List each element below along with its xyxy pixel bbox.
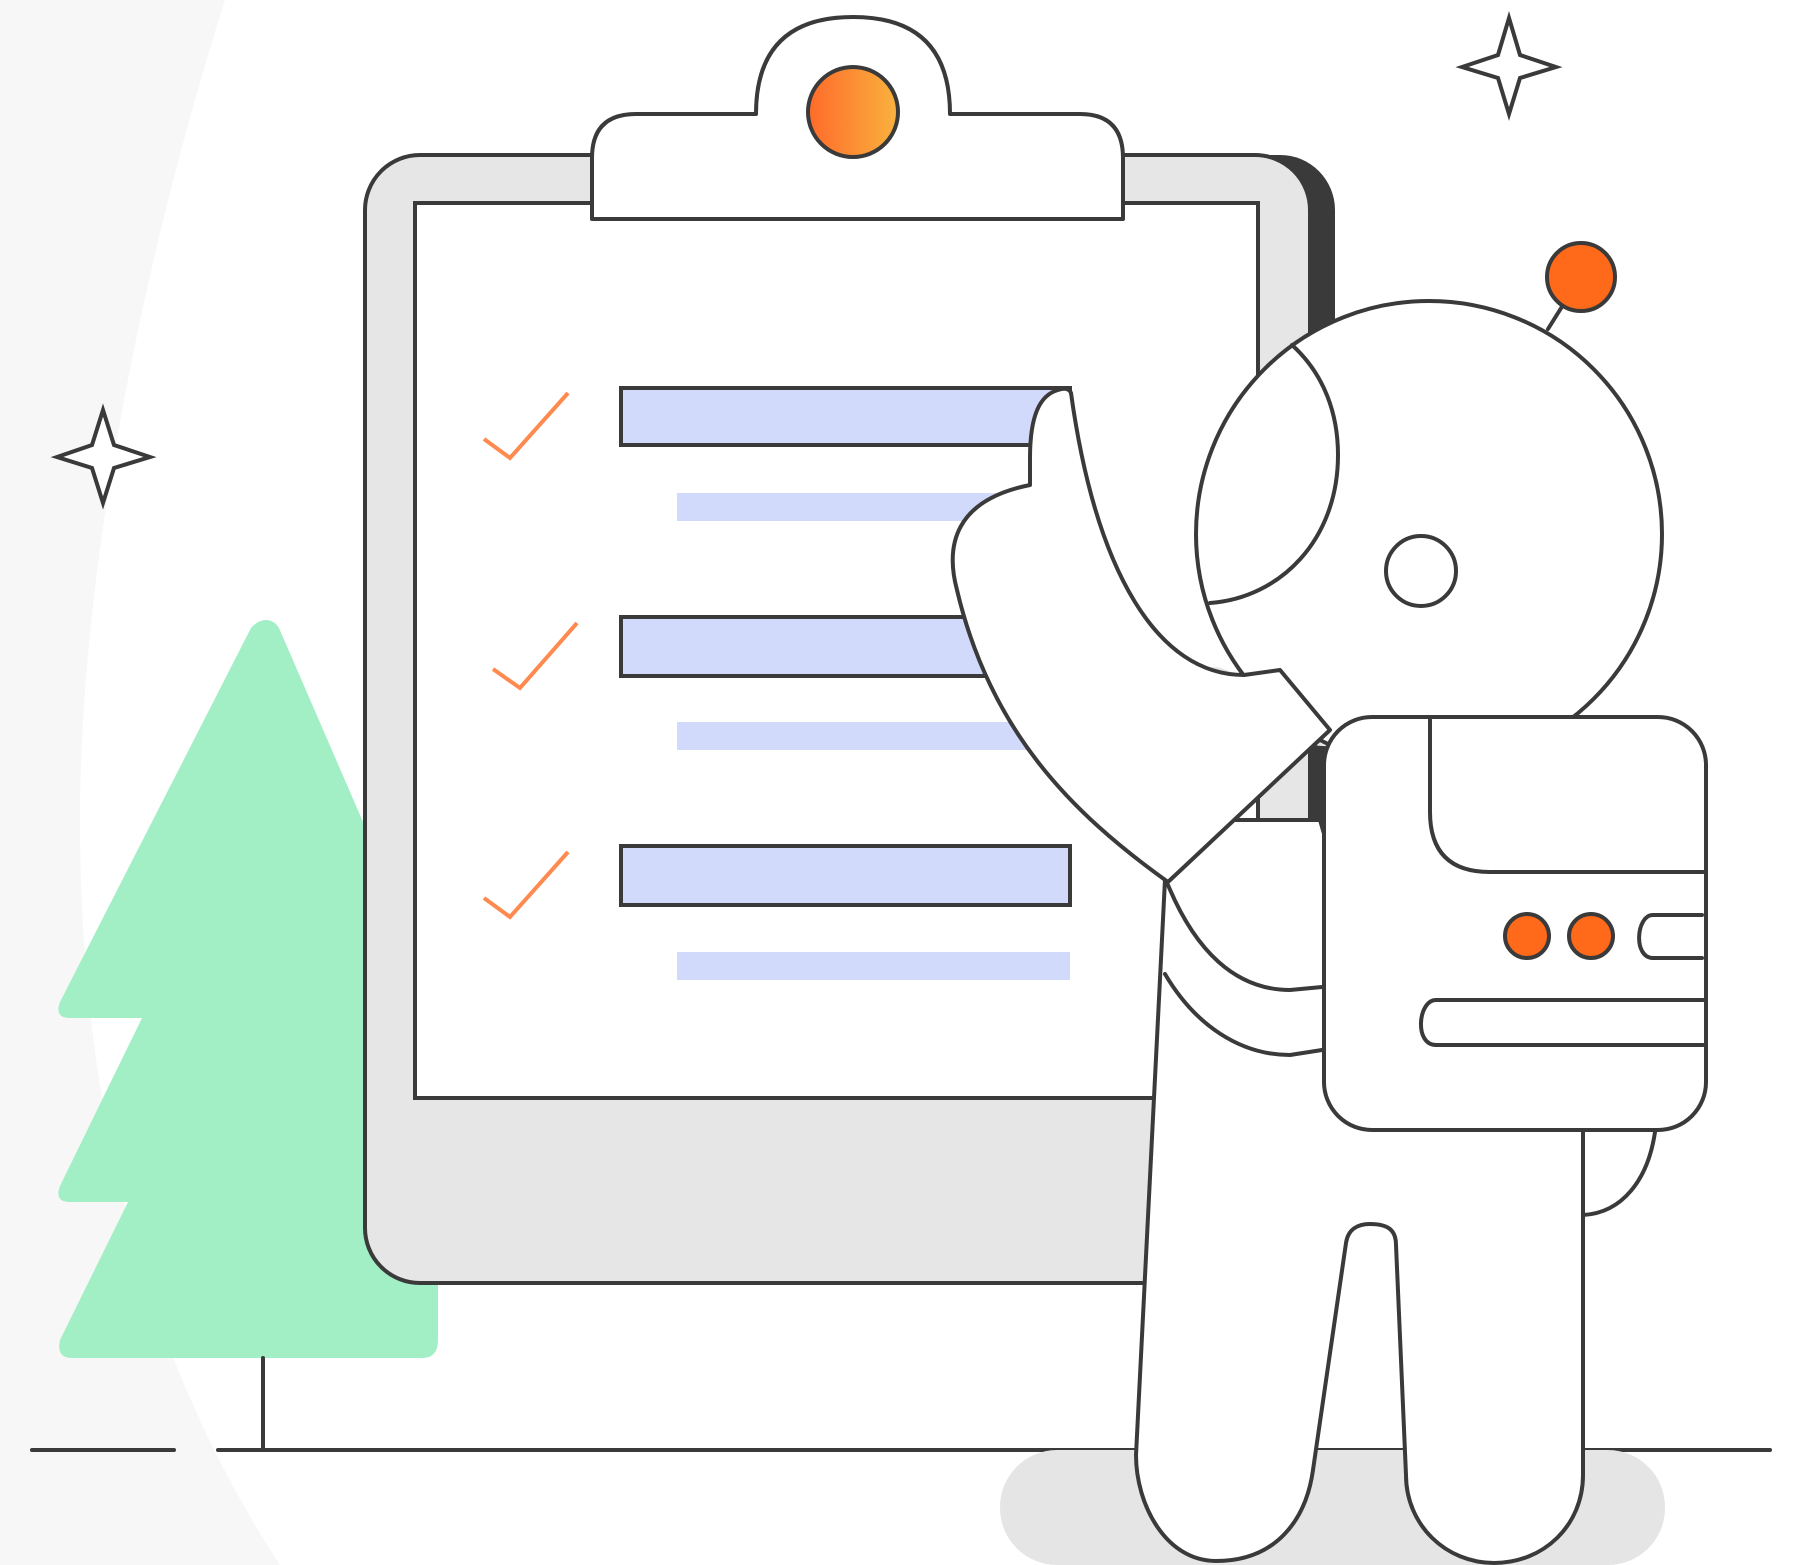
status-light — [1503, 912, 1551, 960]
robot-hand — [1581, 1130, 1657, 1217]
robot-checklist-illustration — [0, 0, 1772, 1565]
antenna-stalk — [1546, 303, 1565, 331]
illustration-stage — [0, 0, 1794, 1565]
checklist-title-bar — [619, 844, 1072, 907]
checklist-title-bar — [619, 386, 1072, 447]
clip-button — [806, 65, 900, 159]
status-light — [1567, 912, 1615, 960]
checklist-subtitle-bar — [677, 952, 1070, 980]
antenna-tip — [1545, 241, 1617, 313]
robot-eye — [1384, 534, 1458, 608]
sparkle-icon — [1455, 10, 1563, 121]
